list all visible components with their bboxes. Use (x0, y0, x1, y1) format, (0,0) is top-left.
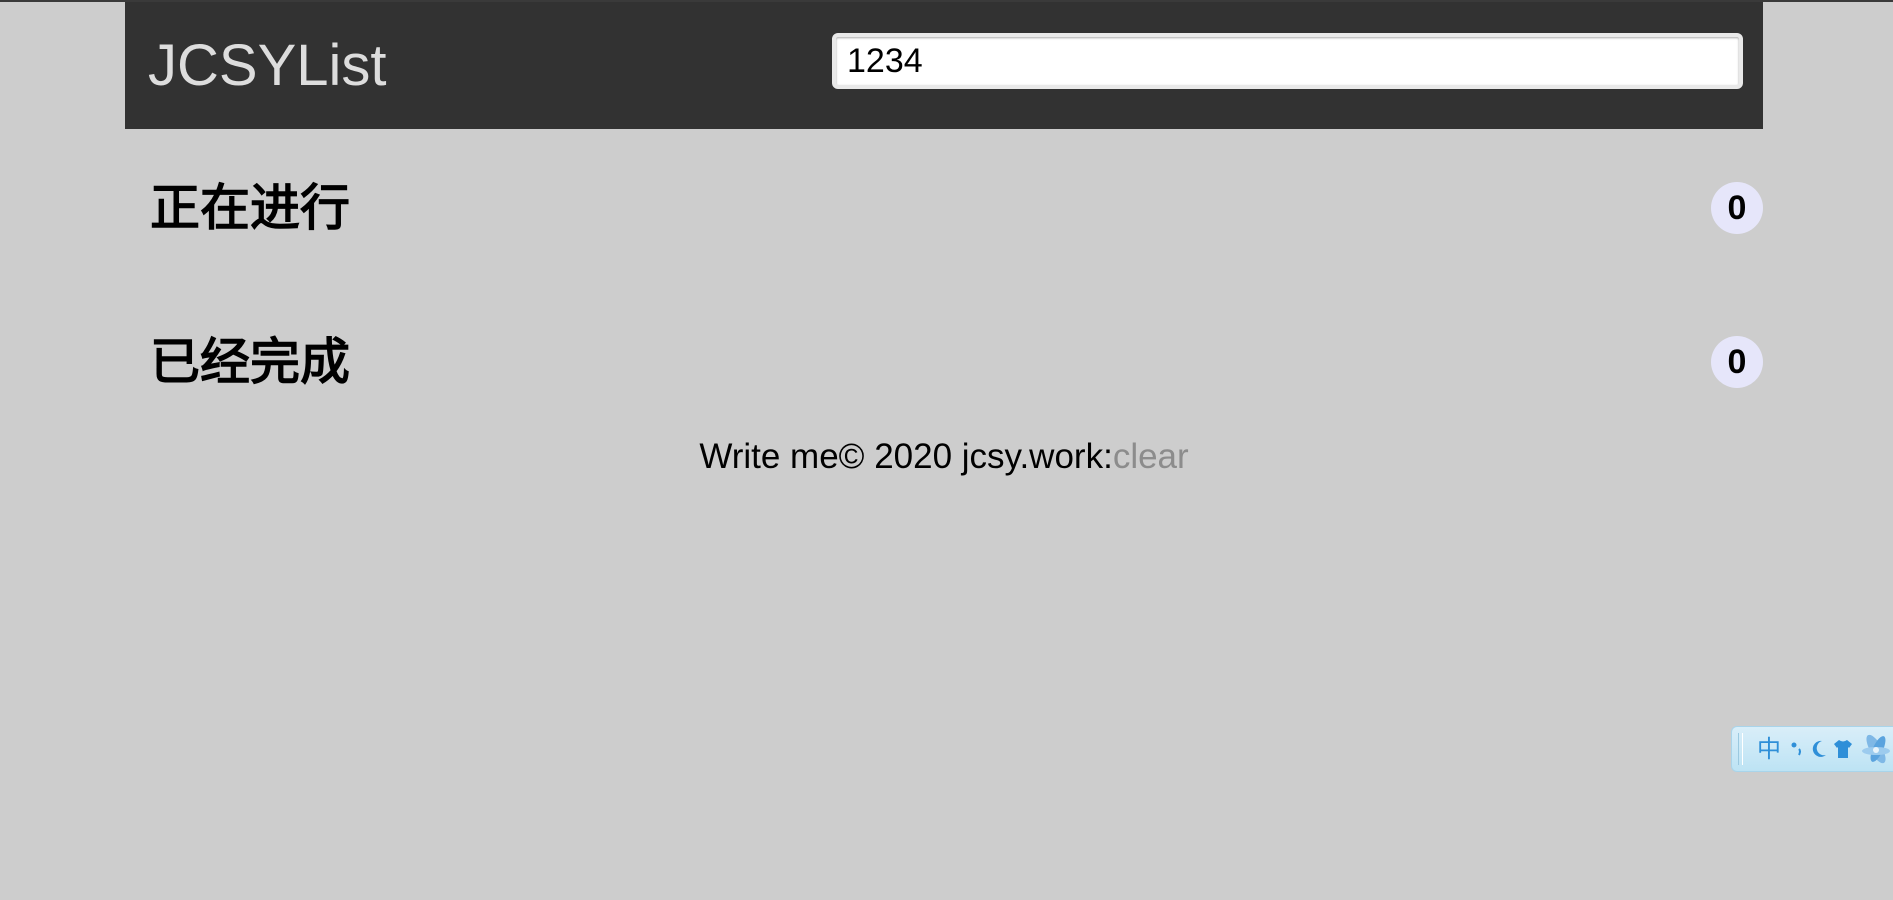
clear-link[interactable]: clear (1113, 437, 1189, 476)
ime-language-toggle[interactable]: 中 (1757, 733, 1781, 765)
section-ongoing: 正在进行 0 (125, 172, 1763, 242)
section-title-done: 已经完成 (150, 333, 350, 391)
section-title-ongoing: 正在进行 (150, 179, 350, 237)
section-done: 已经完成 0 (125, 326, 1763, 396)
footer: Write me© 2020 jcsy.work:clear (125, 432, 1763, 482)
app-header: JCSYList (125, 2, 1763, 129)
flower-icon[interactable] (1856, 727, 1893, 773)
ongoing-count-badge: 0 (1711, 182, 1763, 234)
ime-grip-handle[interactable] (1738, 733, 1743, 765)
ime-toolbar[interactable]: 中 (1731, 726, 1893, 772)
app-title: JCSYList (148, 33, 387, 98)
moon-icon[interactable] (1808, 737, 1828, 761)
footer-text: Write me© 2020 jcsy.work: (699, 437, 1113, 476)
done-count-badge: 0 (1711, 336, 1763, 388)
todo-input[interactable] (832, 33, 1743, 89)
punctuation-icon[interactable] (1790, 737, 1804, 761)
shirt-icon[interactable] (1832, 737, 1854, 761)
